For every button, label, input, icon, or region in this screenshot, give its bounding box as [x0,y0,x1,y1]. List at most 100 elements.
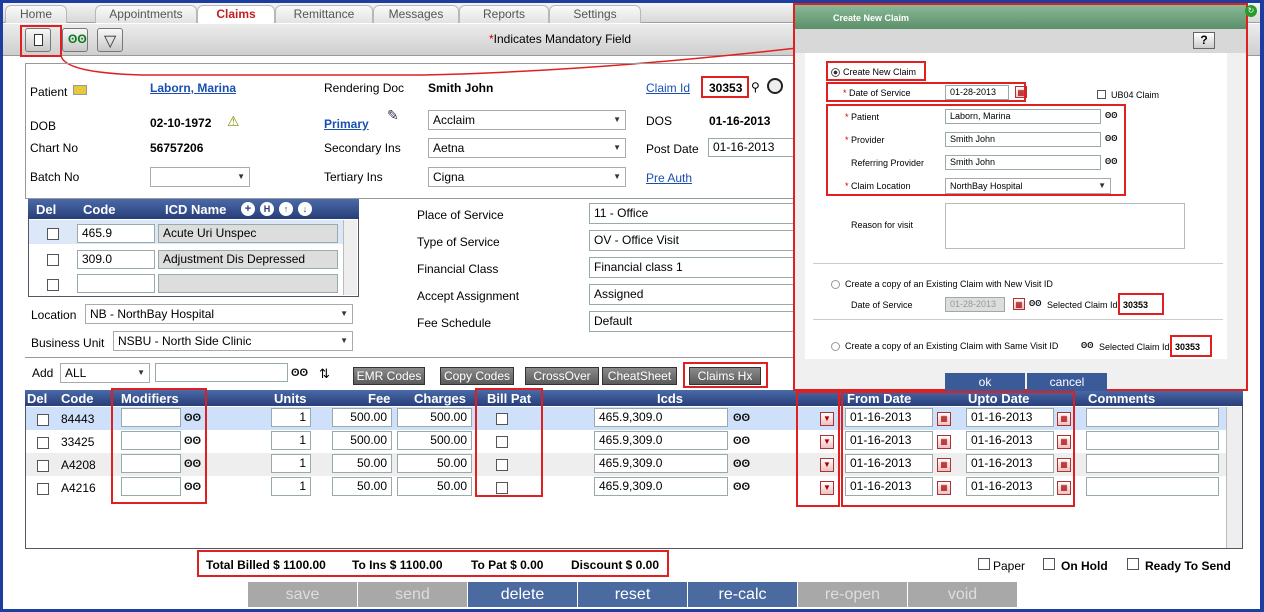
send-button[interactable]: send [358,582,468,607]
fee-input[interactable]: 50.00 [332,454,392,473]
charges-input[interactable]: 50.00 [397,477,472,496]
units-input[interactable]: 1 [271,477,311,496]
ub04-checkbox[interactable] [1097,90,1106,99]
patient-card-icon[interactable] [73,85,87,95]
post-date-input[interactable]: 01-16-2013 [708,138,798,157]
move-up-icon[interactable]: ↑ [279,202,293,216]
add-icd-icon[interactable]: + [241,202,255,216]
comments-input[interactable] [1086,408,1219,427]
history-icd-icon[interactable]: H [260,202,274,216]
icds-binoculars-icon[interactable]: ʘʘ [733,435,750,447]
accept-assignment-field[interactable]: Assigned [589,284,799,305]
line-row-checkbox[interactable] [37,437,49,449]
recalc-button[interactable]: re-calc [688,582,798,607]
comments-input[interactable] [1086,477,1219,496]
fee-input[interactable]: 500.00 [332,431,392,450]
icd-name-field: Adjustment Dis Depressed [158,250,338,269]
cheatsheet-button[interactable]: CheatSheet [602,367,677,385]
place-of-service-field[interactable]: 11 - Office [589,203,799,224]
claim-binoculars-icon[interactable]: ʘʘ [1081,341,1093,350]
batch-select[interactable] [150,167,250,187]
location-select[interactable]: NB - NorthBay Hospital [85,304,353,324]
icds-input[interactable]: 465.9,309.0 [594,454,728,473]
icd-code-input[interactable] [77,274,155,293]
icds-input[interactable]: 465.9,309.0 [594,431,728,450]
cancel-button[interactable]: cancel [1027,373,1107,391]
warning-icon[interactable]: ⚠ [227,113,240,130]
charges-input[interactable]: 50.00 [397,454,472,473]
icds-input[interactable]: 465.9,309.0 [594,477,728,496]
icd-row-checkbox[interactable] [47,228,59,240]
fee-schedule-field[interactable]: Default [589,311,799,332]
copy-new-visit-radio[interactable] [831,280,840,289]
add-search-binoculars-icon[interactable]: ʘʘ [291,367,308,379]
on-hold-checkbox[interactable] [1043,558,1055,570]
copy-same-visit-radio[interactable] [831,342,840,351]
type-of-service-field[interactable]: OV - Office Visit [589,230,799,251]
icd-row-checkbox[interactable] [47,254,59,266]
copy-dos-label: Date of Service [851,300,913,310]
units-input[interactable]: 1 [271,454,311,473]
save-button[interactable]: save [248,582,358,607]
icd-name-field: Acute Uri Unspec [158,224,338,243]
delete-button[interactable]: delete [468,582,578,607]
icds-binoculars-icon[interactable]: ʘʘ [733,412,750,424]
primary-link[interactable]: Primary [324,117,369,131]
icds-input[interactable]: 465.9,309.0 [594,408,728,427]
patient-link[interactable]: Laborn, Marina [150,81,236,95]
pre-auth-link[interactable]: Pre Auth [646,171,692,185]
highlight-claims-hx [683,362,768,388]
comments-input[interactable] [1086,454,1219,473]
line-row-checkbox[interactable] [37,460,49,472]
fee-input[interactable]: 500.00 [332,408,392,427]
business-unit-select[interactable]: NSBU - North Side Clinic [113,331,353,351]
add-select[interactable]: ALL [60,363,150,383]
move-down-icon[interactable]: ↓ [298,202,312,216]
refresh-icon[interactable]: ↻ [1245,5,1257,17]
secondary-select[interactable]: Aetna [428,138,626,158]
units-input[interactable]: 1 [271,408,311,427]
claim-binoculars-icon[interactable]: ʘʘ [1029,299,1041,308]
swap-icon[interactable]: ⇅ [319,366,330,382]
financial-class-field[interactable]: Financial class 1 [589,257,799,278]
calendar-icon[interactable]: ▦ [1013,298,1025,310]
claim-search-icon[interactable] [767,78,783,94]
icd-row-checkbox[interactable] [47,279,59,291]
charges-input[interactable]: 500.00 [397,431,472,450]
attachment-icon[interactable]: ⚲ [751,80,760,94]
primary-select[interactable]: Acclaim [428,110,626,130]
icds-binoculars-icon[interactable]: ʘʘ [733,481,750,493]
on-hold-label: On Hold [1061,559,1108,573]
line-row-checkbox[interactable] [37,414,49,426]
ok-button[interactable]: ok [945,373,1025,391]
reset-button[interactable]: reset [578,582,688,607]
insurance-edit-icon[interactable]: ✎ [387,107,399,124]
help-button[interactable]: ? [1193,32,1215,49]
charges-input[interactable]: 500.00 [397,408,472,427]
icd-code-input[interactable]: 309.0 [77,250,155,269]
patient-label: Patient [30,85,68,99]
tertiary-select[interactable]: Cigna [428,167,626,187]
reason-textarea[interactable] [945,203,1185,249]
icd-scrollbar[interactable] [343,220,357,295]
reopen-button[interactable]: re-open [798,582,908,607]
add-code-input[interactable] [155,363,288,382]
lines-scrollbar[interactable] [1226,407,1242,548]
crossover-button[interactable]: CrossOver [525,367,599,385]
line-row-checkbox[interactable] [37,483,49,495]
fee-input[interactable]: 50.00 [332,477,392,496]
claim-id-link[interactable]: Claim Id [646,81,690,95]
col-fee: Fee [368,391,391,406]
comments-input[interactable] [1086,431,1219,450]
copy-dos-input[interactable]: 01-28-2013 [945,297,1005,312]
icd-col-del: Del [36,202,57,217]
emr-codes-button[interactable]: EMR Codes [353,367,425,385]
copy-codes-button[interactable]: Copy Codes [440,367,514,385]
icds-binoculars-icon[interactable]: ʘʘ [733,458,750,470]
paper-checkbox[interactable] [978,558,990,570]
units-input[interactable]: 1 [271,431,311,450]
void-button[interactable]: void [908,582,1018,607]
highlight-selected-claim [1170,335,1212,357]
ready-to-send-checkbox[interactable] [1127,558,1139,570]
icd-code-input[interactable]: 465.9 [77,224,155,243]
